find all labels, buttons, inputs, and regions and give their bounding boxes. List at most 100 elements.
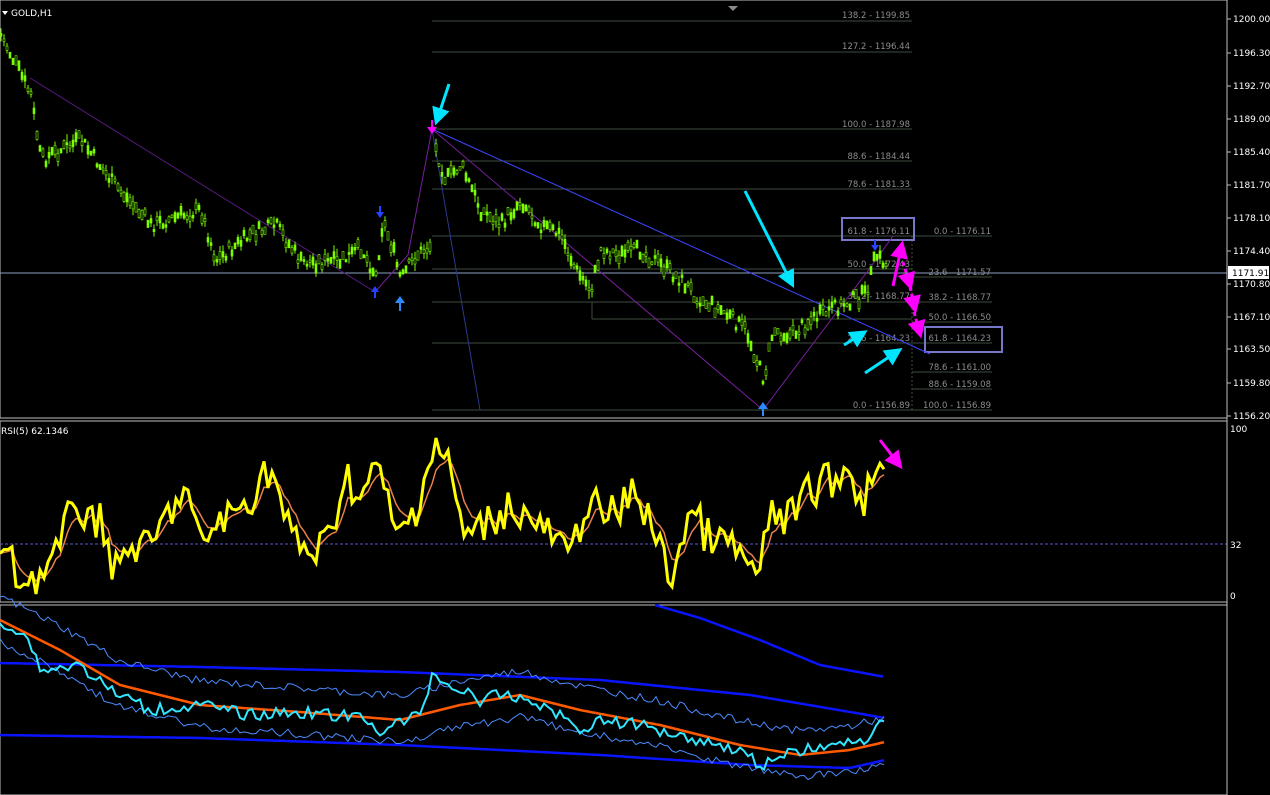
candle-body [395, 261, 399, 268]
candle-body [329, 256, 333, 264]
candle-body [41, 148, 45, 157]
price-axis-label: 1189.00 [1233, 115, 1270, 125]
candle-body [386, 231, 390, 241]
candle-body [146, 219, 150, 228]
candle-body [269, 217, 273, 225]
candle-body [389, 244, 393, 253]
candle-body [722, 310, 726, 315]
candle-body [461, 161, 465, 168]
candle-body [137, 209, 141, 218]
candle-body [797, 331, 801, 335]
candle-body [659, 258, 663, 268]
candle-body [767, 342, 771, 352]
candle-body [158, 215, 162, 224]
candle-body [653, 255, 657, 259]
candle-body [770, 334, 774, 342]
candle-body [359, 249, 363, 260]
candle-body [275, 218, 279, 223]
candle-body [140, 210, 144, 220]
candle-body [332, 251, 336, 259]
candle-body [338, 259, 342, 269]
rsi-axis-label: 0 [1230, 592, 1236, 602]
candle-body [152, 229, 156, 232]
candle-body [347, 252, 351, 255]
trading-chart[interactable]: GOLD,H1 RSI(5) 62.1346 138.2 - 1199.85 1… [0, 0, 1270, 795]
candle-body [416, 250, 420, 261]
candle-body [524, 204, 528, 212]
candle-body [746, 333, 750, 344]
candle-body [200, 214, 204, 224]
price-axis[interactable]: 1200.00 1196.30 1192.70 1189.00 1185.40 1181.… [1226, 0, 1270, 795]
candle-body [500, 213, 504, 221]
candle-body [680, 274, 684, 278]
candle-body [374, 270, 378, 276]
candle-body [788, 329, 792, 339]
fib-label: 78.6 - 1161.00 [928, 363, 991, 373]
candle-body [293, 244, 297, 251]
rsi-axis-label: 32 [1230, 541, 1241, 551]
candle-body [44, 160, 48, 167]
candle-body [410, 257, 414, 261]
candle-body [776, 327, 780, 335]
candle-body [647, 257, 651, 268]
candle-body [254, 234, 258, 242]
candle-body [371, 267, 375, 277]
candle-body [128, 196, 132, 206]
candle-body [116, 183, 120, 191]
candle-body [92, 149, 96, 154]
fib-label: 50.0 - 1166.50 [928, 313, 991, 323]
candle-body [617, 254, 621, 264]
price-axis-label: 1178.10 [1233, 214, 1270, 224]
fib-label: 23.6 - 1171.57 [928, 268, 991, 278]
candle-body [263, 226, 267, 235]
candle-body [149, 218, 153, 224]
candle-body [836, 310, 840, 316]
candle-body [206, 237, 210, 243]
candle-body [449, 165, 453, 175]
candle-body [212, 254, 216, 262]
candle-body [224, 256, 228, 261]
candle-body [86, 145, 90, 155]
candle-body [713, 307, 717, 318]
fib-label: 88.6 - 1159.08 [928, 380, 991, 390]
candle-body [527, 206, 531, 214]
candle-body [755, 360, 759, 367]
candle-body [5, 45, 9, 51]
candle-body [380, 228, 384, 237]
candle-body [119, 189, 123, 194]
candle-body [656, 253, 660, 263]
candle-body [671, 276, 675, 283]
candle-body [611, 248, 615, 254]
candle-body [320, 264, 324, 270]
candle-body [191, 214, 195, 219]
candle-body [446, 167, 450, 177]
candle-body [725, 312, 729, 320]
main-pane[interactable]: GOLD,H1 [0, 0, 1228, 419]
candle-body [584, 279, 588, 287]
candle-body [623, 249, 627, 258]
candle-body [14, 55, 18, 66]
candle-body [599, 247, 603, 251]
candle-body [302, 259, 306, 262]
candle-body [800, 319, 804, 324]
candle-body [764, 369, 768, 376]
candle-body [668, 263, 672, 271]
candle-body [842, 303, 846, 307]
candle-body [830, 301, 834, 308]
candle-body [497, 223, 501, 229]
candle-body [779, 335, 783, 342]
rsi-pane[interactable]: RSI(5) 62.1346 [0, 420, 1228, 603]
candle-body [314, 263, 318, 274]
candle-body [8, 51, 12, 59]
candle-body [50, 146, 54, 156]
candle-body [551, 224, 555, 231]
candle-body [305, 263, 309, 267]
candle-body [818, 304, 822, 315]
candle-body [575, 265, 579, 270]
candle-body [122, 191, 126, 202]
candle-body [737, 316, 741, 322]
candle-body [641, 254, 645, 263]
candle-body [602, 253, 606, 259]
candle-body [176, 212, 180, 219]
candle-body [110, 173, 114, 177]
